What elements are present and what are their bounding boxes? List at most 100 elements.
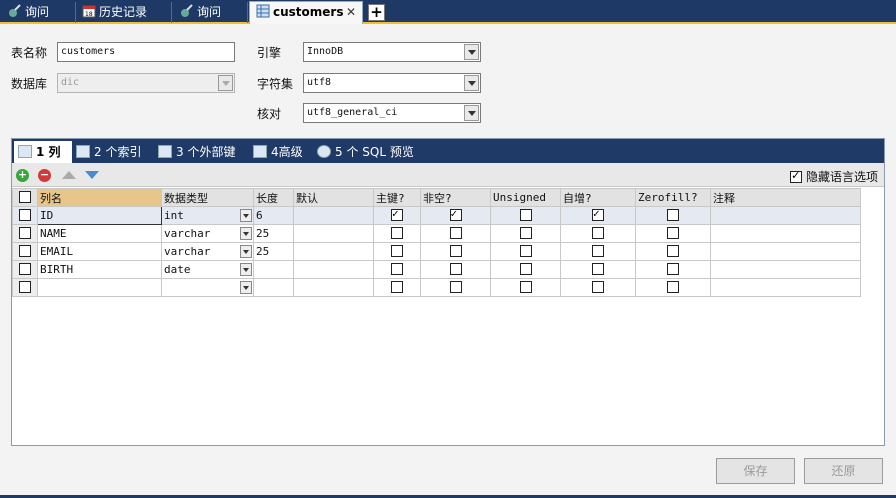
length-cell[interactable]: 25 [253,242,294,261]
checkbox-icon[interactable] [449,245,462,257]
checkbox-icon[interactable] [391,245,403,257]
checkbox-icon[interactable] [391,281,403,293]
col-header-zerofill[interactable]: Zerofill? [635,188,711,207]
notnull-cell[interactable] [420,278,491,297]
checkbox-icon[interactable] [19,245,31,257]
zerofill-cell[interactable] [635,242,711,261]
table-row[interactable] [12,278,861,297]
checkbox-icon[interactable] [519,263,532,275]
autoinc-cell[interactable] [560,260,636,279]
tab-query-2[interactable]: 询问 [174,2,248,23]
checkbox-icon[interactable] [449,263,462,275]
checkbox-icon[interactable] [592,208,604,221]
checkbox-icon[interactable] [519,281,532,293]
save-button[interactable]: 保存 [716,458,795,484]
chevron-down-icon[interactable] [240,263,252,276]
move-down-icon[interactable] [85,171,99,179]
checkbox-icon[interactable] [449,227,462,239]
checkbox-icon[interactable] [592,263,604,275]
default-cell[interactable] [293,242,374,261]
data-type-cell[interactable]: int [161,206,254,225]
unsigned-cell[interactable] [490,206,561,225]
unsigned-cell[interactable] [490,242,561,261]
chevron-down-icon[interactable] [464,75,479,91]
col-header-unsigned[interactable]: Unsigned [490,188,561,207]
col-header-name[interactable]: 列名 [37,188,162,207]
data-type-cell[interactable]: varchar [161,242,254,261]
comment-cell[interactable] [710,224,861,243]
notnull-cell[interactable] [420,242,491,261]
move-up-icon[interactable] [62,171,76,179]
row-select-cell[interactable] [12,278,38,297]
col-header-comment[interactable]: 注释 [710,188,861,207]
data-type-cell[interactable]: date [161,260,254,279]
checkbox-icon[interactable] [391,208,403,221]
default-cell[interactable] [293,260,374,279]
chevron-down-icon[interactable] [240,245,252,258]
pk-cell[interactable] [373,278,421,297]
col-header-notnull[interactable]: 非空? [420,188,491,207]
length-cell[interactable] [253,260,294,279]
col-header-length[interactable]: 长度 [253,188,294,207]
checkbox-icon[interactable] [592,227,604,239]
checkbox-icon[interactable] [519,245,532,257]
table-name-input[interactable]: customers [57,42,235,62]
new-tab-button[interactable]: + [368,4,385,21]
table-row[interactable]: ID int 6 [12,206,861,225]
subtab-sql-preview[interactable]: 5 个 SQL 预览 [313,141,421,163]
checkbox-icon[interactable] [592,245,604,257]
chevron-down-icon[interactable] [240,227,252,240]
subtab-columns[interactable]: 1 列 [14,141,72,163]
column-name-cell[interactable]: NAME [37,224,162,243]
checkbox-icon[interactable] [667,281,679,293]
autoinc-cell[interactable] [560,278,636,297]
subtab-foreign-keys[interactable]: 3 个外部键 [154,141,248,163]
row-select-cell[interactable] [12,260,38,279]
col-header-pk[interactable]: 主键? [373,188,421,207]
checkbox-icon[interactable] [592,281,604,293]
checkbox-icon[interactable] [19,281,31,293]
table-row[interactable]: BIRTH date [12,260,861,279]
checkbox-icon[interactable] [667,209,679,221]
chevron-down-icon[interactable] [240,209,252,222]
checkbox-icon[interactable] [391,227,403,239]
column-name-cell[interactable]: EMAIL [37,242,162,261]
engine-select[interactable]: InnoDB [303,42,481,62]
checkbox-icon[interactable] [19,227,31,239]
row-select-cell[interactable] [12,242,38,261]
col-header-default[interactable]: 默认 [293,188,374,207]
select-all-header[interactable] [12,188,38,207]
default-cell[interactable] [293,224,374,243]
checkbox-icon[interactable] [790,169,803,183]
pk-cell[interactable] [373,260,421,279]
tab-query-1[interactable]: 询问 [2,2,76,23]
checkbox-icon[interactable] [391,263,403,275]
collation-select[interactable]: utf8_general_ci [303,103,481,123]
column-name-cell[interactable]: BIRTH [37,260,162,279]
chevron-down-icon[interactable] [240,281,252,294]
notnull-cell[interactable] [420,206,491,225]
row-select-cell[interactable] [12,206,38,225]
autoinc-cell[interactable] [560,242,636,261]
checkbox-icon[interactable] [667,245,679,257]
table-row[interactable]: NAME varchar 25 [12,224,861,243]
length-cell[interactable] [253,278,294,297]
zerofill-cell[interactable] [635,224,711,243]
data-type-cell[interactable] [161,278,254,297]
comment-cell[interactable] [710,206,861,225]
default-cell[interactable] [293,206,374,225]
tab-customers[interactable]: customers ✕ [249,1,363,24]
col-header-type[interactable]: 数据类型 [161,188,254,207]
autoinc-cell[interactable] [560,206,636,225]
default-cell[interactable] [293,278,374,297]
checkbox-icon[interactable] [519,227,532,239]
checkbox-icon[interactable] [449,208,462,221]
checkbox-icon[interactable] [667,227,679,239]
tab-history[interactable]: 18 历史记录 [76,2,172,23]
remove-column-icon[interactable]: − [38,169,51,182]
add-column-icon[interactable]: + [16,169,29,182]
zerofill-cell[interactable] [635,278,711,297]
row-select-cell[interactable] [12,224,38,243]
zerofill-cell[interactable] [635,260,711,279]
pk-cell[interactable] [373,224,421,243]
